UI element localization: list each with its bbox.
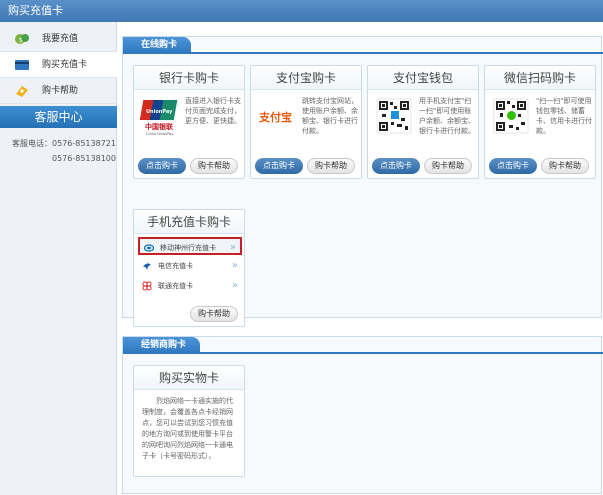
sidebar-item-recharge[interactable]: $ 我要充值 xyxy=(0,26,117,52)
window-title: 购买充值卡 xyxy=(0,0,603,22)
card-description: 跳转支付宝网站，使用账户余额、余额宝、银行卡进行付款。 xyxy=(302,97,358,135)
chevron-right-icon: » xyxy=(231,280,238,291)
bank-card-help-button[interactable]: 购卡帮助 xyxy=(190,158,238,174)
online-section: 在线购卡 银行卡购卡 UnionPay 中国银联 China UnionPay … xyxy=(122,36,603,327)
service-phone-1: 0576-85138721 xyxy=(52,139,116,148)
svg-text:$: $ xyxy=(19,37,23,44)
carrier-label: 移动神州行充值卡 xyxy=(160,244,216,252)
physical-card-panel: 购买实物卡 烈焰网络一卡通实施的代理制度，会覆盖各点卡经销网点，您可以尝试到您习… xyxy=(133,365,245,477)
sidebar-item-label: 购卡帮助 xyxy=(42,86,79,96)
china-unicom-icon xyxy=(142,281,152,291)
chevron-right-icon: » xyxy=(231,260,238,271)
tab-online[interactable]: 在线购卡 xyxy=(123,37,192,53)
sidebar: $ 我要充值 购买充值卡 购卡帮助 客服中心 客服电话：0576-8513872… xyxy=(0,22,117,495)
sidebar-item-label: 购买充值卡 xyxy=(42,60,88,70)
buy-bank-card-button[interactable]: 点击购卡 xyxy=(138,158,186,174)
alipay-wallet-panel: 支付宝钱包 用手机支付宝"扫一扫"即可使用账户余额、余额宝、银行卡进行付款。 点… xyxy=(367,65,479,179)
card-description: "扫一扫"即可使用钱包零钱、储蓄卡、信用卡进行付款。 xyxy=(536,97,592,135)
service-phone-label: 客服电话：0576-85138721 xyxy=(12,139,116,148)
sidebar-item-help[interactable]: 购卡帮助 xyxy=(0,78,117,104)
service-phone-2: 0576-85138100 xyxy=(52,154,116,163)
card-description: 用手机支付宝"扫一扫"即可使用账户余额、余额宝、银行卡进行付款。 xyxy=(419,97,475,135)
alipay-wallet-help-button[interactable]: 购卡帮助 xyxy=(424,158,472,174)
card-description: 烈焰网络一卡通实施的代理制度，会覆盖各点卡经销网点，您可以尝试到您习惯充值的地方… xyxy=(142,397,233,460)
chevron-right-icon: » xyxy=(229,242,236,253)
alipay-logo: 支付宝 xyxy=(257,106,299,126)
mobile-card-panel: 手机充值卡购卡 移动神州行充值卡 » 电信充值卡 » 联通充值卡 » 购卡帮助 xyxy=(133,209,245,327)
help-icon xyxy=(16,86,28,97)
card-title: 手机充值卡购卡 xyxy=(134,210,244,234)
carrier-label: 电信充值卡 xyxy=(158,262,193,270)
dealer-section: 经销商购卡 购买实物卡 烈焰网络一卡通实施的代理制度，会覆盖各点卡经销网点，您可… xyxy=(122,336,603,494)
alipay-help-button[interactable]: 购卡帮助 xyxy=(307,158,355,174)
buy-alipay-wallet-button[interactable]: 点击购卡 xyxy=(372,158,420,174)
svg-text:支付宝: 支付宝 xyxy=(258,110,292,124)
section-divider xyxy=(123,52,603,54)
card-icon xyxy=(15,60,29,70)
service-center-title: 客服中心 xyxy=(0,106,117,128)
buy-alipay-button[interactable]: 点击购卡 xyxy=(255,158,303,174)
carrier-china-mobile[interactable]: 移动神州行充值卡 » xyxy=(138,237,242,255)
card-title: 支付宝购卡 xyxy=(251,66,361,90)
china-mobile-icon xyxy=(144,244,154,252)
sidebar-item-buy-card[interactable]: 购买充值卡 xyxy=(0,52,117,78)
recharge-icon: $ xyxy=(15,34,29,44)
svg-text:中国银联: 中国银联 xyxy=(145,122,174,131)
mobile-card-help-button[interactable]: 购卡帮助 xyxy=(190,306,238,322)
carrier-label: 联通充值卡 xyxy=(158,282,193,290)
wechat-help-button[interactable]: 购卡帮助 xyxy=(541,158,589,174)
carrier-china-unicom[interactable]: 联通充值卡 » xyxy=(138,277,242,295)
tab-dealer[interactable]: 经销商购卡 xyxy=(123,337,201,353)
wechat-qr-code xyxy=(493,98,529,134)
bank-card-panel: 银行卡购卡 UnionPay 中国银联 China UnionPay 直接进入银… xyxy=(133,65,245,179)
svg-text:China UnionPay: China UnionPay xyxy=(146,132,173,136)
buy-wechat-button[interactable]: 点击购卡 xyxy=(489,158,537,174)
wechat-panel: 微信扫码购卡 "扫一扫"即可使用钱包零钱、储蓄卡、信用卡进行付款。 点击购卡 购… xyxy=(484,65,596,179)
card-title: 购买实物卡 xyxy=(134,366,244,390)
main-content: 在线购卡 银行卡购卡 UnionPay 中国银联 China UnionPay … xyxy=(118,22,603,495)
unionpay-logo: UnionPay 中国银联 China UnionPay xyxy=(140,100,178,136)
card-title: 银行卡购卡 xyxy=(134,66,244,90)
card-title: 支付宝钱包 xyxy=(368,66,478,90)
carrier-china-telecom[interactable]: 电信充值卡 » xyxy=(138,257,242,275)
china-telecom-icon xyxy=(143,263,151,270)
alipay-qr-code xyxy=(376,98,412,134)
card-title: 微信扫码购卡 xyxy=(485,66,595,90)
section-divider xyxy=(123,352,603,354)
sidebar-item-label: 我要充值 xyxy=(42,34,79,44)
alipay-panel: 支付宝购卡 支付宝 跳转支付宝网站，使用账户余额、余额宝、银行卡进行付款。 点击… xyxy=(250,65,362,179)
card-description: 直接进入银行卡支付页面完成支付，更方便、更快捷。 xyxy=(185,97,241,125)
svg-text:UnionPay: UnionPay xyxy=(146,109,173,115)
